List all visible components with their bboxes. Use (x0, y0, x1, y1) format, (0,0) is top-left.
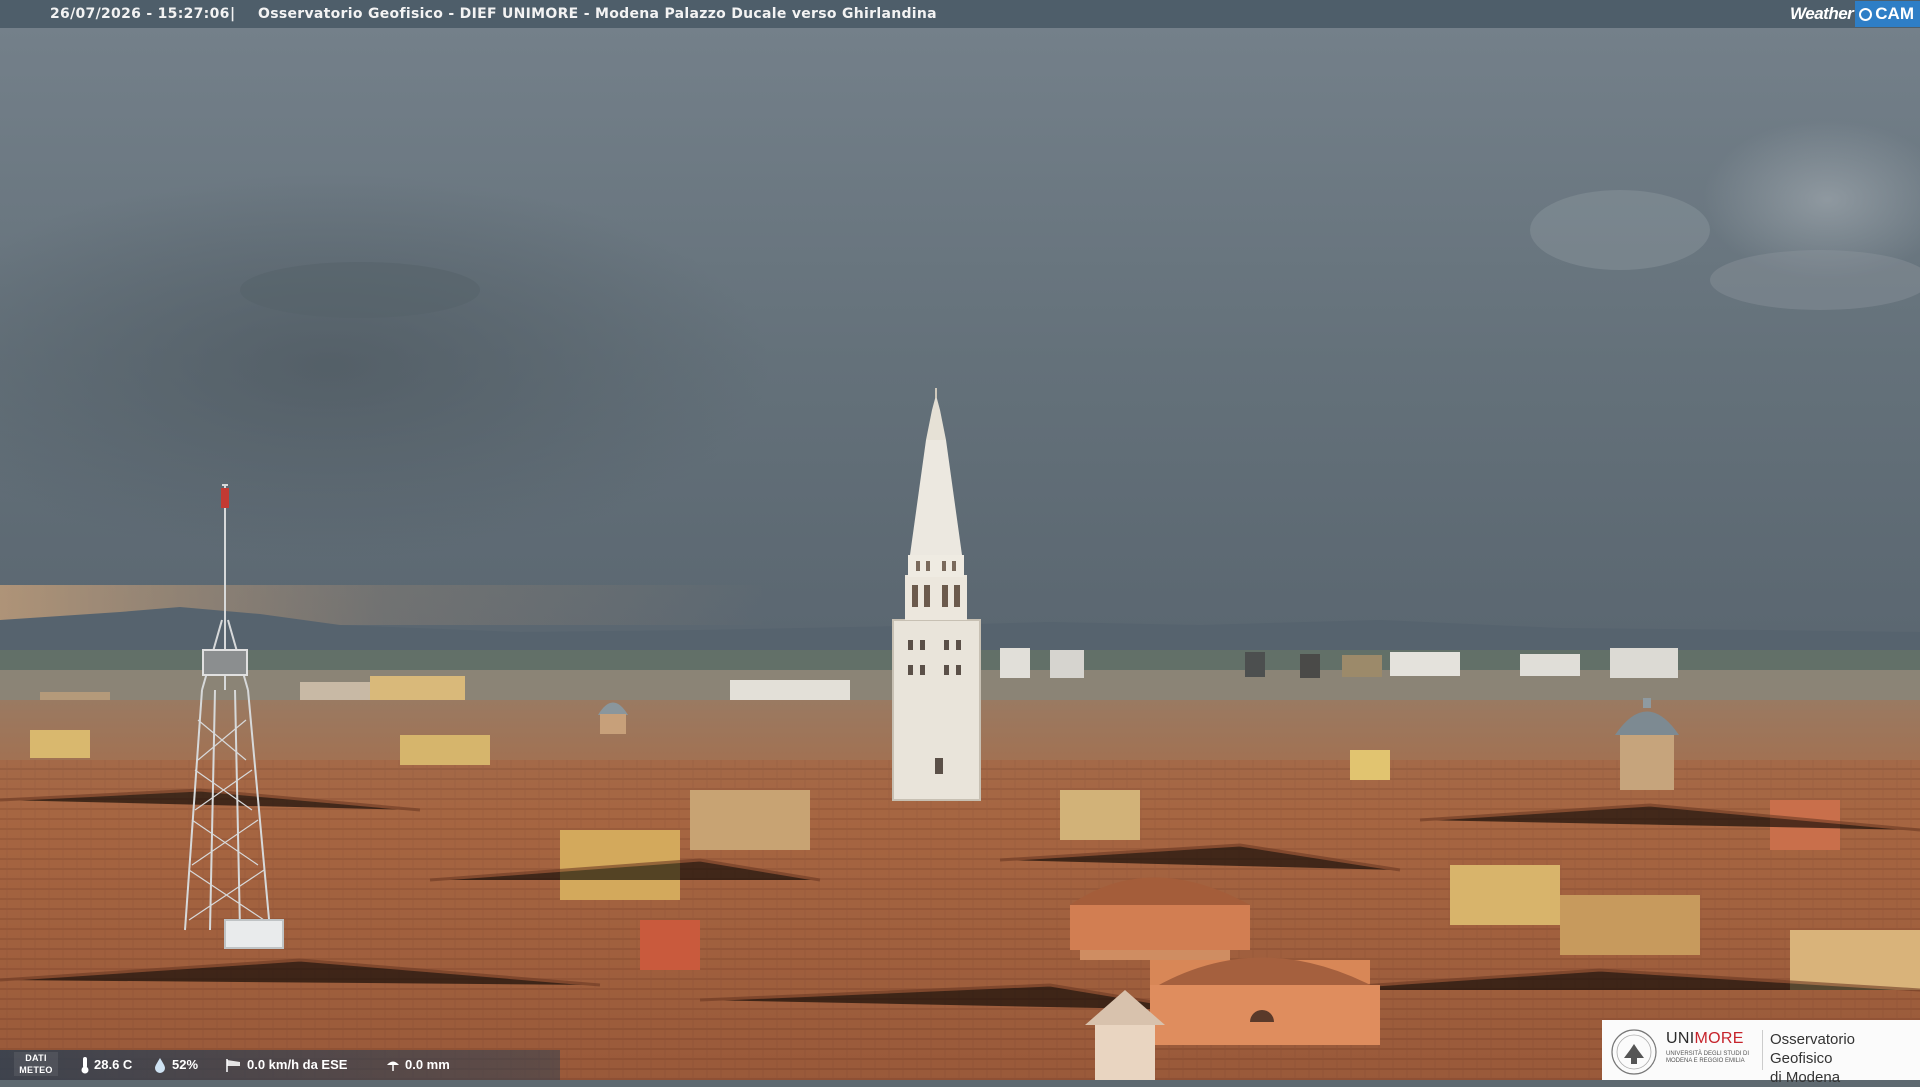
unimore-uni-text: UNI (1666, 1030, 1695, 1047)
temperature-value: 28.6 C (94, 1057, 133, 1072)
humidity-reading: 52% (152, 1050, 198, 1080)
weathercam-logo: Weather CAM (1790, 0, 1920, 28)
thermometer-icon (81, 1057, 89, 1074)
weathercam-cam-box: CAM (1855, 1, 1920, 27)
wind-sock-icon (226, 1059, 240, 1072)
dati-label: DATI (25, 1053, 47, 1063)
camera-title: Osservatorio Geofisico - DIEF UNIMORE - … (258, 6, 937, 22)
university-seal-icon (1611, 1029, 1657, 1075)
wind-reading: 0.0 km/h da ESE (225, 1050, 347, 1080)
observatory-line1: Osservatorio Geofisico (1770, 1031, 1856, 1067)
logo-divider (1762, 1030, 1763, 1070)
weather-data-bar: DATI METEO 28.6 C 52% 0.0 km/h da ESE 0.… (0, 1050, 560, 1080)
unimore-more-text: MORE (1694, 1030, 1744, 1047)
wind-value: 0.0 km/h da ESE (247, 1057, 348, 1072)
dati-meteo-label: DATI METEO (14, 1052, 58, 1076)
rain-reading: 0.0 mm (385, 1050, 450, 1080)
weathercam-weather-text: Weather (1790, 4, 1854, 23)
lens-icon (1859, 7, 1873, 21)
weathercam-cam-text: CAM (1875, 4, 1914, 23)
rain-icon (387, 1061, 399, 1071)
webcam-photo (0, 0, 1920, 1080)
timestamp: 26/07/2026 - 15:27:06 (50, 6, 230, 22)
meteo-label: METEO (19, 1065, 53, 1075)
unimore-observatory-logo: UNIMORE UNIVERSITÀ DEGLI STUDI DI MODENA… (1602, 1020, 1920, 1086)
humidity-drop-icon (155, 1058, 165, 1073)
unimore-wordmark: UNIMORE (1666, 1030, 1744, 1048)
camera-header-bar: 26/07/2026 - 15:27:06 | Osservatorio Geo… (0, 0, 1920, 28)
temperature-reading: 28.6 C (80, 1050, 132, 1080)
humidity-value: 52% (172, 1057, 199, 1072)
observatory-name: Osservatorio Geofisico di Modena (1770, 1030, 1920, 1087)
university-subtitle: UNIVERSITÀ DEGLI STUDI DI MODENA E REGGI… (1666, 1051, 1750, 1064)
header-separator: | (230, 6, 236, 22)
observatory-line2: di Modena (1770, 1069, 1841, 1086)
rain-value: 0.0 mm (405, 1057, 450, 1072)
